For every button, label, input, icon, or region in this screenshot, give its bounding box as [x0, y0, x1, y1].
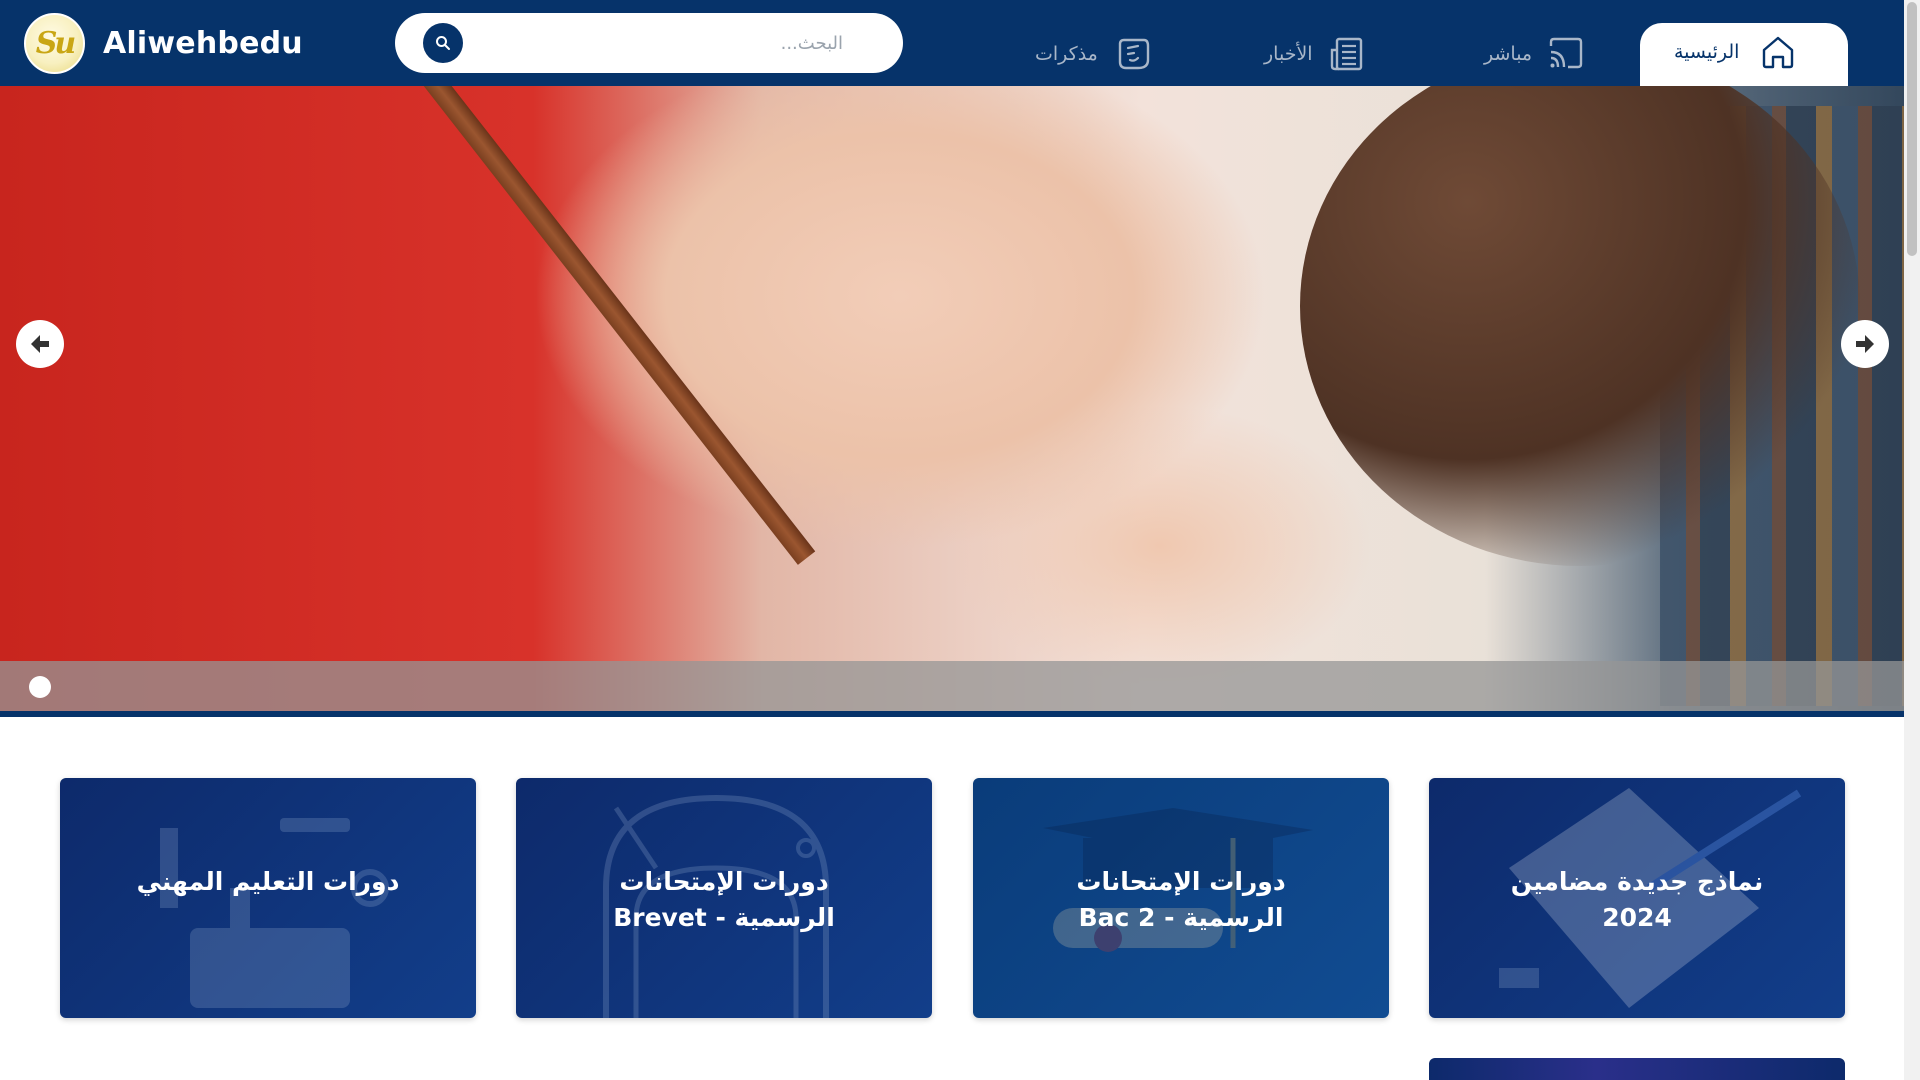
cast-icon: [1549, 37, 1583, 69]
nav-item-home[interactable]: الرئيسية: [1640, 23, 1848, 86]
hero-slider: [0, 86, 1904, 711]
logo-icon: Su: [24, 13, 85, 74]
card-new-models[interactable]: نماذج جديدة مضامين 2024: [1429, 778, 1845, 1018]
search-input[interactable]: [483, 27, 843, 59]
arrow-right-icon: [1856, 335, 1874, 353]
card-vocational-courses[interactable]: دورات التعليم المهني: [60, 778, 476, 1018]
nav-label-notes: مذكرات: [1035, 43, 1098, 65]
nav-label-live: مباشر: [1484, 43, 1533, 65]
newspaper-icon: [1330, 37, 1362, 71]
card-title: نماذج جديدة مضامين 2024: [1510, 867, 1764, 932]
nav-item-notes[interactable]: مذكرات: [1035, 32, 1152, 76]
logo-text: Su: [35, 26, 77, 61]
top-header: Su Aliwehbedu مذكرات الأخبار: [0, 0, 1904, 86]
nav-item-news[interactable]: الأخبار: [1264, 32, 1367, 76]
card-brevet-courses[interactable]: دورات الإمتحانات الرسمية - Brevet: [516, 778, 932, 1018]
card-title: دورات التعليم المهني: [136, 867, 400, 896]
card-title: دورات الإمتحانات الرسمية - Bac 2: [1076, 867, 1286, 932]
search-button[interactable]: [423, 23, 463, 63]
home-icon: [1763, 36, 1794, 69]
page-scrollbar[interactable]: [1904, 0, 1920, 1080]
brand-name: Aliwehbedu: [103, 26, 303, 61]
slider-prev-button[interactable]: [16, 320, 64, 368]
slider-dot[interactable]: [29, 676, 51, 698]
card-partial-next-row[interactable]: [1429, 1058, 1845, 1080]
nav-label-home: الرئيسية: [1674, 41, 1740, 63]
scrollbar-thumb[interactable]: [1907, 2, 1917, 256]
hero-bottom-border: [0, 711, 1904, 717]
nav-item-live[interactable]: مباشر: [1484, 32, 1586, 76]
nav-label-news: الأخبار: [1264, 43, 1313, 65]
search-bar: [395, 13, 903, 73]
arrow-left-icon: [31, 335, 49, 353]
card-bac2-courses[interactable]: دورات الإمتحانات الرسمية - Bac 2: [973, 778, 1389, 1018]
search-icon: [436, 36, 450, 50]
card-title: دورات الإمتحانات الرسمية - Brevet: [613, 867, 835, 932]
logo-link[interactable]: Su Aliwehbedu: [24, 13, 303, 74]
slider-next-button[interactable]: [1841, 320, 1889, 368]
notes-icon: [1118, 38, 1150, 70]
slider-caption-strip: [0, 661, 1904, 711]
